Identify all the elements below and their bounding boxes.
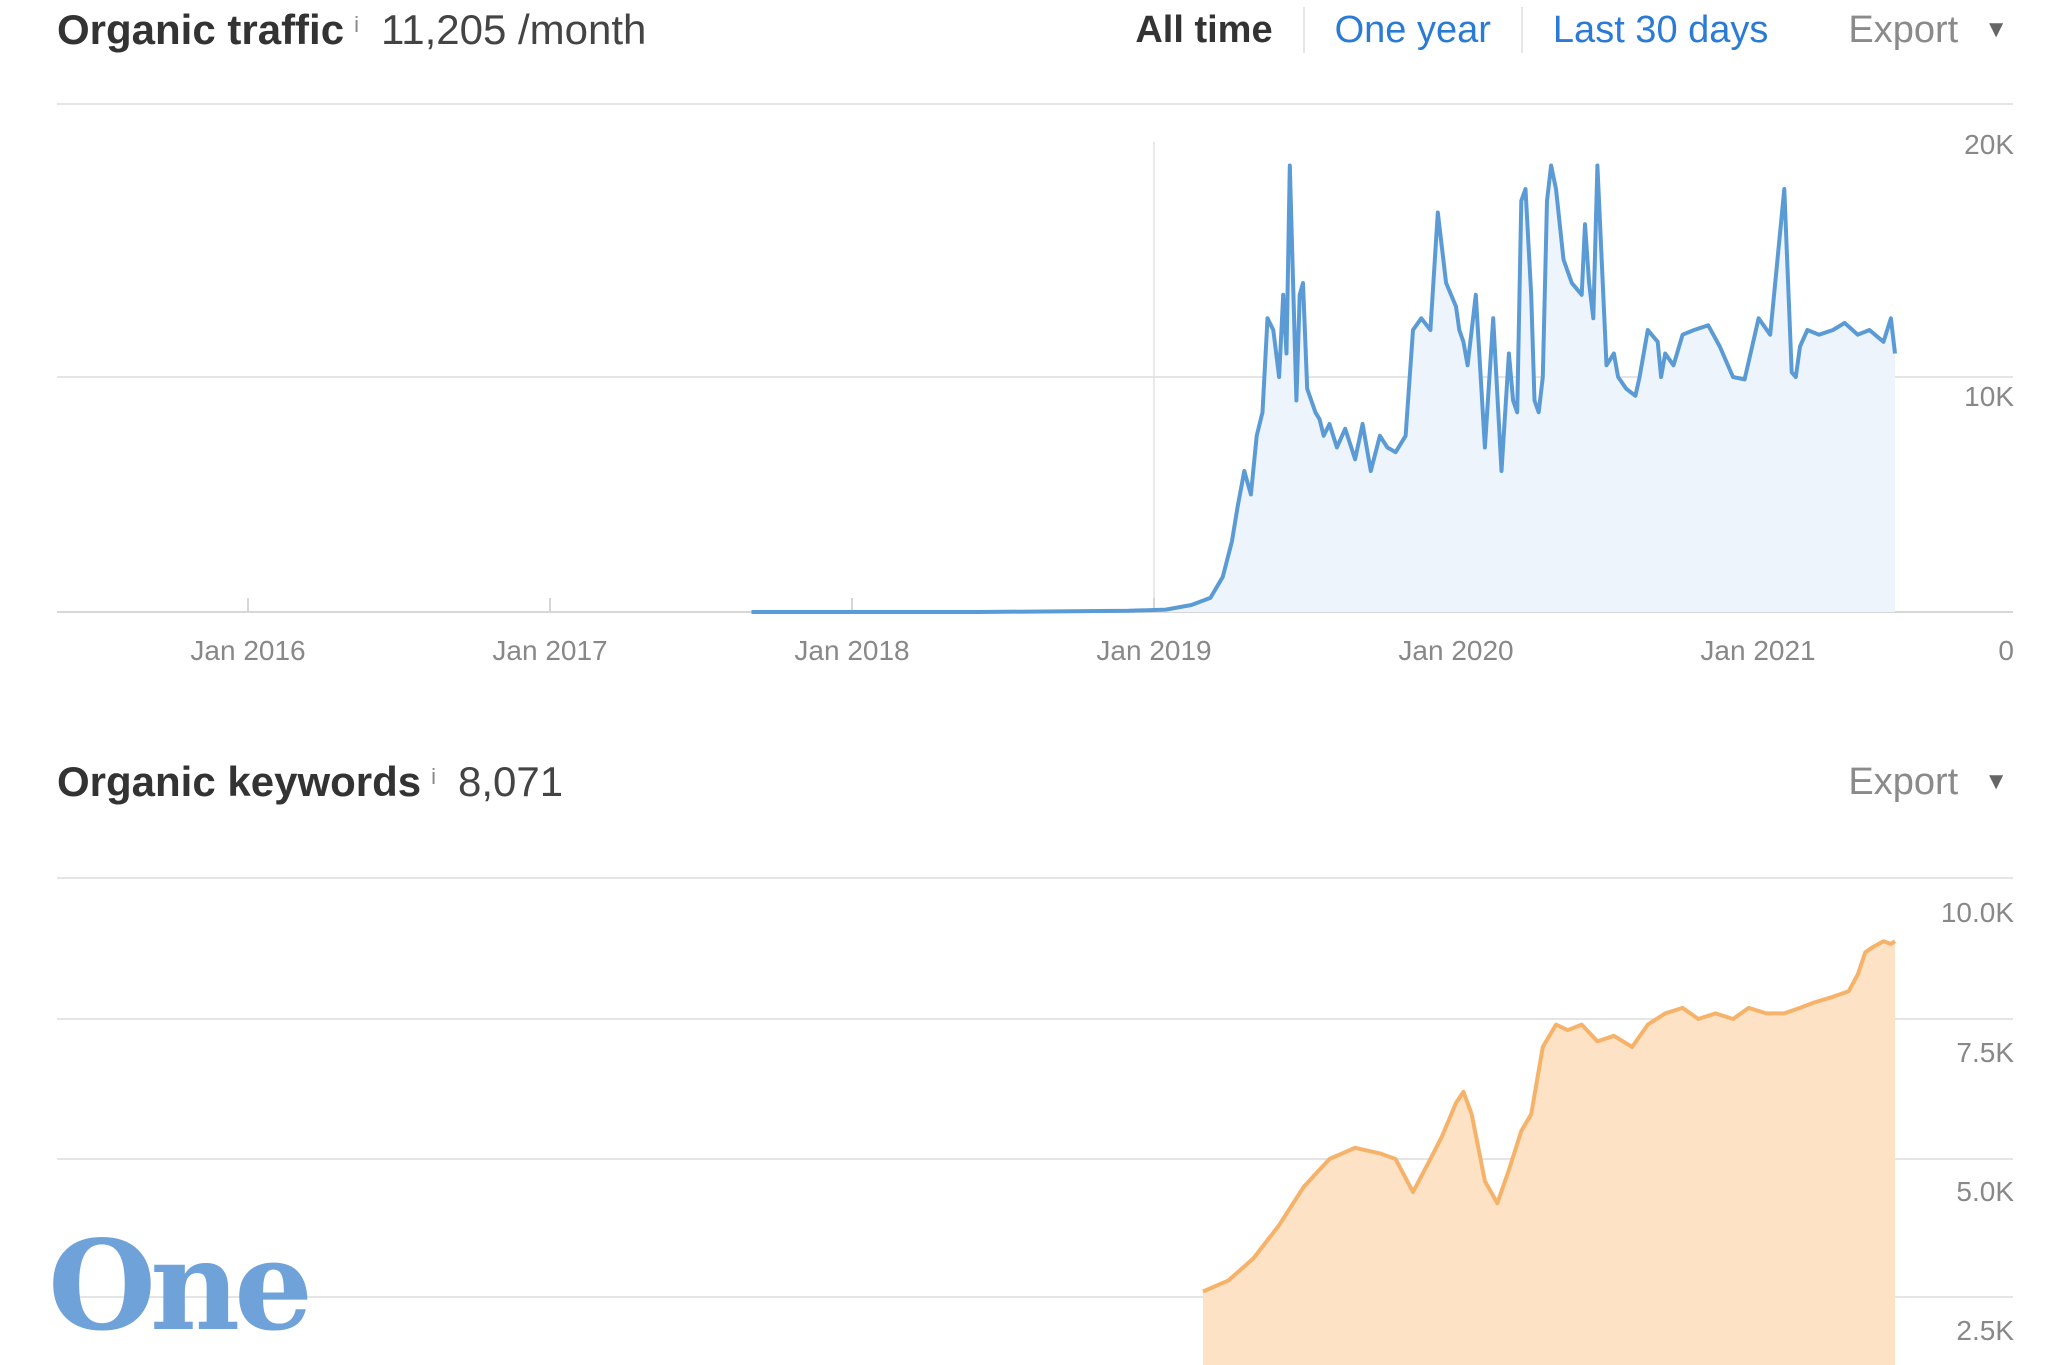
y-tick-label: 5.0K: [1956, 1176, 2014, 1207]
brand-logo: One: [48, 1214, 313, 1359]
keywords-chart: 10.0K 7.5K 5.0K 2.5K: [57, 877, 2014, 1365]
keywords-area: [1203, 941, 1895, 1365]
y-tick-label: 10.0K: [1941, 897, 2014, 928]
y-tick-label: 2.5K: [1956, 1315, 2014, 1346]
y-tick-label: 7.5K: [1956, 1037, 2014, 1068]
